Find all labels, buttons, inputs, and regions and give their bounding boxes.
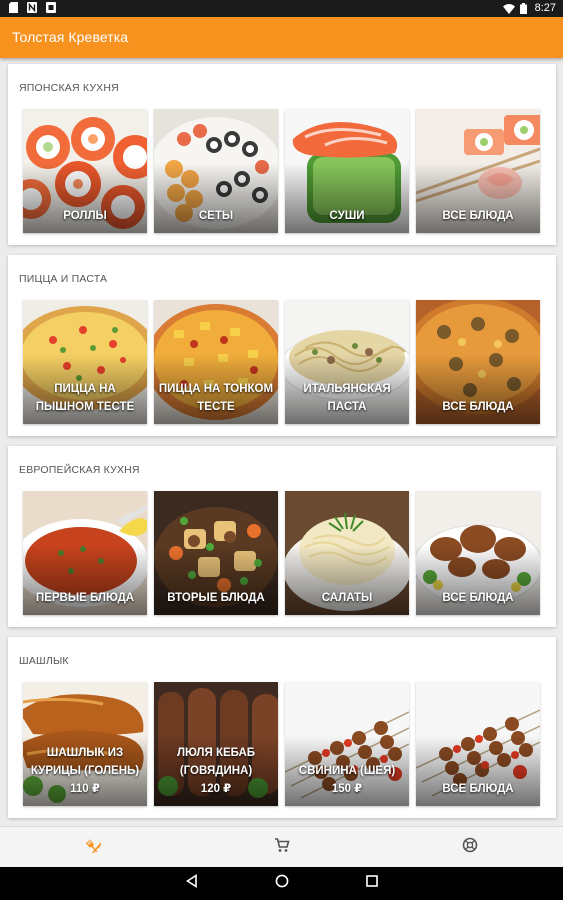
tile-label: Все блюда bbox=[418, 589, 538, 607]
tile-label: Свинина (шея) 150 ₽ bbox=[287, 762, 407, 798]
tile-label: Пицца на тонком тесте bbox=[156, 380, 276, 416]
section-title: Пицца и паста bbox=[19, 273, 108, 285]
app-bar: Толстая Креветка bbox=[0, 17, 563, 58]
back-button[interactable] bbox=[172, 867, 212, 900]
tile-label-text: Первые блюда bbox=[35, 592, 135, 604]
tile-label: Итальянская паста bbox=[287, 380, 407, 416]
tile-all-european[interactable]: Все блюда bbox=[416, 491, 540, 615]
menu-categories[interactable]: Японская кухня Роллы bbox=[0, 58, 563, 826]
tile-label-text: Люля кебаб (говядина) bbox=[176, 747, 256, 777]
nav-info[interactable] bbox=[410, 827, 530, 868]
tile-second-courses[interactable]: Вторые блюда bbox=[154, 491, 278, 615]
tile-pork-neck[interactable]: Свинина (шея) 150 ₽ bbox=[285, 682, 409, 806]
tile-price: 110 ₽ bbox=[70, 783, 100, 795]
tile-rolls[interactable]: Роллы bbox=[23, 109, 147, 233]
tile-thick-pizza[interactable]: Пицца на пышном тесте bbox=[23, 300, 147, 424]
sd-card-icon bbox=[8, 2, 18, 13]
bottom-nav bbox=[0, 826, 563, 868]
tile-label: Все блюда bbox=[418, 207, 538, 225]
n-notification-icon bbox=[27, 2, 37, 13]
app-title: Толстая Креветка bbox=[12, 29, 129, 45]
home-button[interactable] bbox=[262, 867, 302, 900]
tile-salads[interactable]: Салаты bbox=[285, 491, 409, 615]
fork-knife-icon bbox=[85, 837, 102, 858]
tile-label-text: Сеты bbox=[198, 210, 234, 222]
tile-label-text: Свинина (шея) bbox=[298, 765, 396, 777]
tile-label-text: Все блюда bbox=[442, 592, 514, 604]
cart-icon bbox=[274, 837, 290, 858]
section-title: Японская кухня bbox=[19, 82, 119, 94]
section-european-cuisine: Европейская кухня Первые блюда bbox=[8, 446, 556, 627]
nav-menu[interactable] bbox=[34, 827, 154, 868]
tile-label: Роллы bbox=[25, 207, 145, 225]
tile-label: Вторые блюда bbox=[156, 589, 276, 607]
tile-all-shashlik[interactable]: Все блюда bbox=[416, 682, 540, 806]
tile-price: 120 ₽ bbox=[200, 783, 232, 795]
tile-first-courses[interactable]: Первые блюда bbox=[23, 491, 147, 615]
tile-label-text: Итальянская паста bbox=[303, 383, 391, 413]
tile-label: Люля кебаб (говядина) 120 ₽ bbox=[156, 744, 276, 798]
tile-label: Все блюда bbox=[418, 398, 538, 416]
recents-button[interactable] bbox=[352, 867, 392, 900]
tile-label: Салаты bbox=[287, 589, 407, 607]
tile-sets[interactable]: Сеты bbox=[154, 109, 278, 233]
wifi-icon bbox=[502, 3, 515, 14]
tile-label-text: Все блюда bbox=[442, 783, 514, 795]
battery-icon bbox=[519, 2, 529, 14]
tile-label: Первые блюда bbox=[25, 589, 145, 607]
tile-lula-kebab[interactable]: Люля кебаб (говядина) 120 ₽ bbox=[154, 682, 278, 806]
section-japanese-cuisine: Японская кухня Роллы bbox=[8, 64, 556, 245]
tile-price: 150 ₽ bbox=[331, 783, 363, 795]
tile-label-text: Вторые блюда bbox=[167, 592, 265, 604]
section-pizza-pasta: Пицца и паста Пицца на пышном тесте bbox=[8, 255, 556, 436]
tile-label: Сеты bbox=[156, 207, 276, 225]
tile-label: Пицца на пышном тесте bbox=[25, 380, 145, 416]
status-bar: 8:27 bbox=[0, 0, 563, 17]
tile-label-text: Роллы bbox=[63, 210, 107, 222]
tile-label-text: Шашлык из курицы (голень) bbox=[30, 747, 140, 777]
tile-label: Все блюда bbox=[418, 780, 538, 798]
tile-label: Шашлык из курицы (голень) 110 ₽ bbox=[25, 744, 145, 798]
section-shashlik: Шашлык Шашлык из курицы (голень) 110 ₽ bbox=[8, 637, 556, 818]
section-title: Европейская кухня bbox=[19, 464, 140, 476]
tile-label-text: Салаты bbox=[321, 592, 373, 604]
tile-label-text: Все блюда bbox=[442, 401, 514, 413]
tile-all-pizza[interactable]: Все блюда bbox=[416, 300, 540, 424]
nav-cart[interactable] bbox=[222, 827, 342, 868]
tile-label-text: Пицца на пышном тесте bbox=[35, 383, 135, 413]
info-icon bbox=[462, 837, 478, 858]
clock: 8:27 bbox=[534, 2, 556, 14]
tile-chicken-shashlik[interactable]: Шашлык из курицы (голень) 110 ₽ bbox=[23, 682, 147, 806]
tile-label-text: Суши bbox=[329, 210, 365, 222]
tile-all-japanese[interactable]: Все блюда bbox=[416, 109, 540, 233]
tile-thin-pizza[interactable]: Пицца на тонком тесте bbox=[154, 300, 278, 424]
tile-label-text: Все блюда bbox=[442, 210, 514, 222]
section-title: Шашлык bbox=[19, 655, 69, 667]
tile-label: Суши bbox=[287, 207, 407, 225]
image-notification-icon bbox=[46, 2, 56, 13]
system-nav-bar bbox=[0, 867, 563, 900]
home-circle-icon bbox=[275, 874, 289, 893]
recents-square-icon bbox=[365, 874, 379, 893]
tile-italian-pasta[interactable]: Итальянская паста bbox=[285, 300, 409, 424]
tile-sushi[interactable]: Суши bbox=[285, 109, 409, 233]
tile-label-text: Пицца на тонком тесте bbox=[158, 383, 274, 413]
back-triangle-icon bbox=[185, 874, 199, 893]
